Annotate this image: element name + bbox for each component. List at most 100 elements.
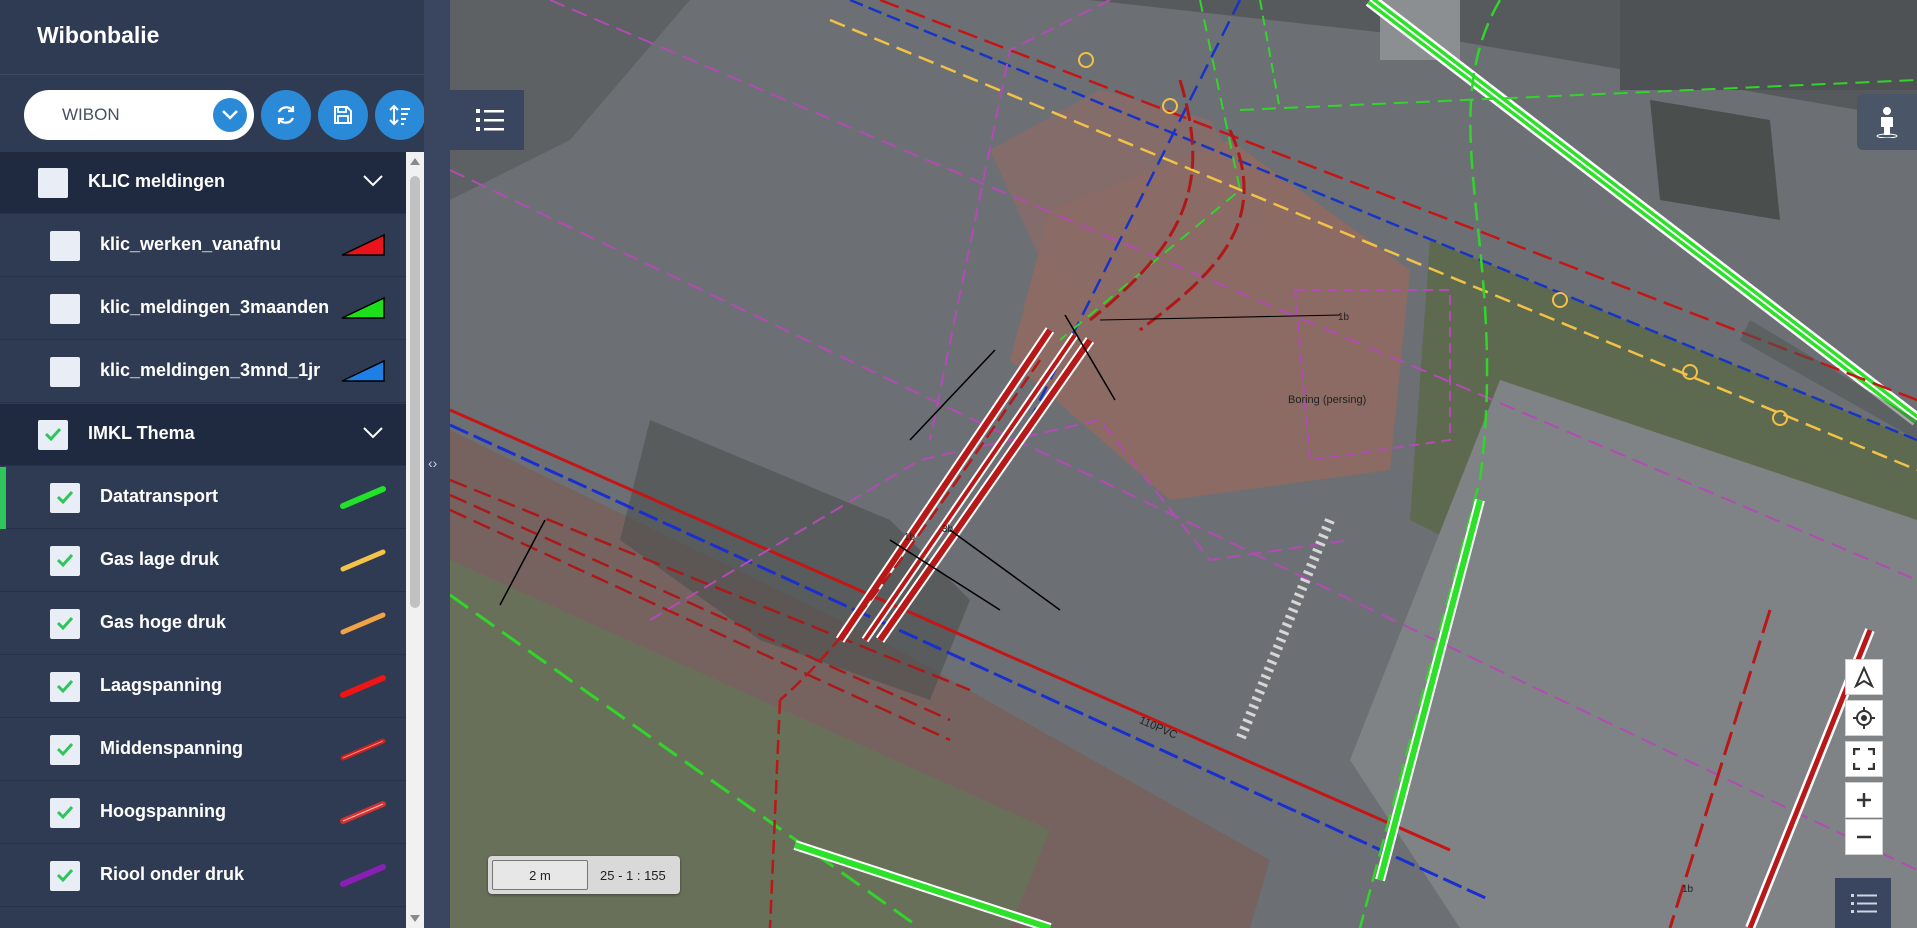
legend-line-icon	[340, 486, 386, 509]
zoom-out-button[interactable]	[1845, 819, 1883, 855]
legend-line-icon	[340, 675, 386, 698]
locate-button[interactable]	[1845, 700, 1883, 736]
refresh-icon	[277, 106, 295, 124]
save-button[interactable]	[318, 90, 368, 140]
zoom-in-button[interactable]	[1845, 782, 1883, 818]
layer-checkbox[interactable]	[50, 546, 80, 576]
layer-group-label: KLIC meldingen	[88, 171, 226, 191]
legend-line-icon	[340, 801, 386, 824]
save-icon	[334, 106, 352, 124]
scroll-thumb[interactable]	[410, 176, 420, 608]
check-icon	[56, 490, 74, 505]
sort-icon	[389, 104, 410, 126]
sidebar: Wibonbalie WIBON KLIC meldingen klic_wer…	[0, 0, 450, 928]
legend-line-icon	[340, 612, 386, 635]
scroll-up-arrow-icon[interactable]	[410, 158, 420, 165]
layer-checkbox[interactable]	[50, 357, 80, 387]
check-icon	[56, 679, 74, 694]
check-icon	[56, 742, 74, 757]
check-icon	[56, 553, 74, 568]
chevron-down-icon[interactable]	[213, 98, 247, 132]
layer-label: klic_meldingen_3mnd_1jr	[100, 360, 321, 380]
zoom-in-icon	[1857, 793, 1871, 807]
legend-line-icon	[340, 549, 386, 572]
scale-distance: 2 m	[529, 868, 551, 883]
check-icon	[56, 868, 74, 883]
layer-item-riool-onder-druk[interactable]: Riool onder druk	[0, 845, 406, 907]
layer-checkbox[interactable]	[50, 609, 80, 639]
layer-label: Gas hoge druk	[100, 612, 227, 632]
legend-toggle-button[interactable]	[450, 90, 524, 150]
layer-label: Riool onder druk	[100, 864, 244, 884]
layer-checkbox[interactable]	[50, 672, 80, 702]
legend-line-icon	[340, 738, 386, 761]
layer-checkbox[interactable]	[50, 294, 80, 324]
layer-label: Hoogspanning	[100, 801, 226, 821]
map-label-small: 1b	[904, 532, 916, 543]
layer-checkbox[interactable]	[50, 483, 80, 513]
fullscreen-icon	[1853, 748, 1875, 770]
streetview-button[interactable]	[1857, 94, 1917, 150]
legend-swatch-icon	[341, 233, 385, 256]
layer-list-scrollbar[interactable]	[406, 152, 424, 928]
fullscreen-button[interactable]	[1845, 741, 1883, 777]
layer-item-datatransport[interactable]: Datatransport	[0, 467, 406, 529]
sort-button[interactable]	[375, 90, 425, 140]
map-label-small: 1b	[1338, 312, 1350, 323]
layer-group-checkbox[interactable]	[38, 168, 68, 198]
zoom-out-icon	[1857, 835, 1871, 839]
layer-group-imkl-thema[interactable]: IMKL Thema	[0, 404, 406, 466]
refresh-button[interactable]	[261, 90, 311, 140]
chevron-down-icon[interactable]	[362, 174, 384, 188]
chevron-down-icon[interactable]	[362, 426, 384, 440]
map-view[interactable]: Boring (persing) 110PVC 1b 1b 3b 1b	[450, 0, 1917, 928]
scale-distance-box: 2 m	[492, 860, 588, 890]
scale-ratio: 25 - 1 : 155	[600, 868, 666, 883]
layer-list: KLIC meldingen klic_werken_vanafnu klic_…	[0, 152, 406, 928]
layer-checkbox[interactable]	[50, 735, 80, 765]
layer-checkbox[interactable]	[50, 231, 80, 261]
layer-checkbox[interactable]	[50, 798, 80, 828]
layer-group-klic-meldingen[interactable]: KLIC meldingen	[0, 152, 406, 214]
check-icon	[44, 427, 62, 442]
theme-select-value: WIBON	[62, 105, 120, 124]
layer-item-klic-meldingen-3maanden[interactable]: klic_meldingen_3maanden	[0, 278, 406, 340]
layer-label: Gas lage druk	[100, 549, 220, 569]
divider	[0, 74, 450, 75]
layer-label: Laagspanning	[100, 675, 223, 695]
layer-item-klic-meldingen-3mnd-1jr[interactable]: klic_meldingen_3mnd_1jr	[0, 341, 406, 403]
map-label-small: 3b	[942, 524, 954, 535]
legend-swatch-icon	[341, 296, 385, 319]
north-arrow-icon	[1854, 666, 1874, 688]
map-canvas[interactable]	[450, 0, 1917, 928]
panel-resize-handle[interactable]: ‹›	[424, 0, 450, 928]
layer-label: klic_meldingen_3maanden	[100, 297, 330, 317]
layer-item-gas-lage-druk[interactable]: Gas lage druk	[0, 530, 406, 592]
layer-item-middenspanning[interactable]: Middenspanning	[0, 719, 406, 781]
layer-list-button[interactable]	[1835, 878, 1891, 928]
legend-swatch-icon	[341, 359, 385, 382]
north-arrow-button[interactable]	[1845, 659, 1883, 695]
locate-icon	[1853, 707, 1875, 729]
layer-label: klic_werken_vanafnu	[100, 234, 282, 254]
map-label-small: 1b	[1682, 884, 1694, 895]
layer-checkbox[interactable]	[50, 861, 80, 891]
layer-group-label: IMKL Thema	[88, 423, 195, 443]
scroll-down-arrow-icon[interactable]	[410, 915, 420, 922]
layer-item-laagspanning[interactable]: Laagspanning	[0, 656, 406, 718]
resize-arrows-icon: ‹›	[428, 455, 438, 471]
layer-item-klic-werken-vanafnu[interactable]: klic_werken_vanafnu	[0, 215, 406, 277]
list-icon	[476, 109, 504, 131]
map-label-boring: Boring (persing)	[1288, 394, 1367, 406]
check-icon	[56, 805, 74, 820]
layer-label: Middenspanning	[100, 738, 243, 758]
toolbar: WIBON	[0, 76, 450, 152]
layer-item-gas-hoge-druk[interactable]: Gas hoge druk	[0, 593, 406, 655]
check-icon	[56, 616, 74, 631]
layer-group-checkbox[interactable]	[38, 420, 68, 450]
person-icon	[1876, 107, 1898, 138]
theme-select[interactable]: WIBON	[24, 90, 254, 140]
list-icon	[1851, 894, 1877, 913]
legend-line-icon	[340, 864, 386, 887]
layer-item-hoogspanning[interactable]: Hoogspanning	[0, 782, 406, 844]
